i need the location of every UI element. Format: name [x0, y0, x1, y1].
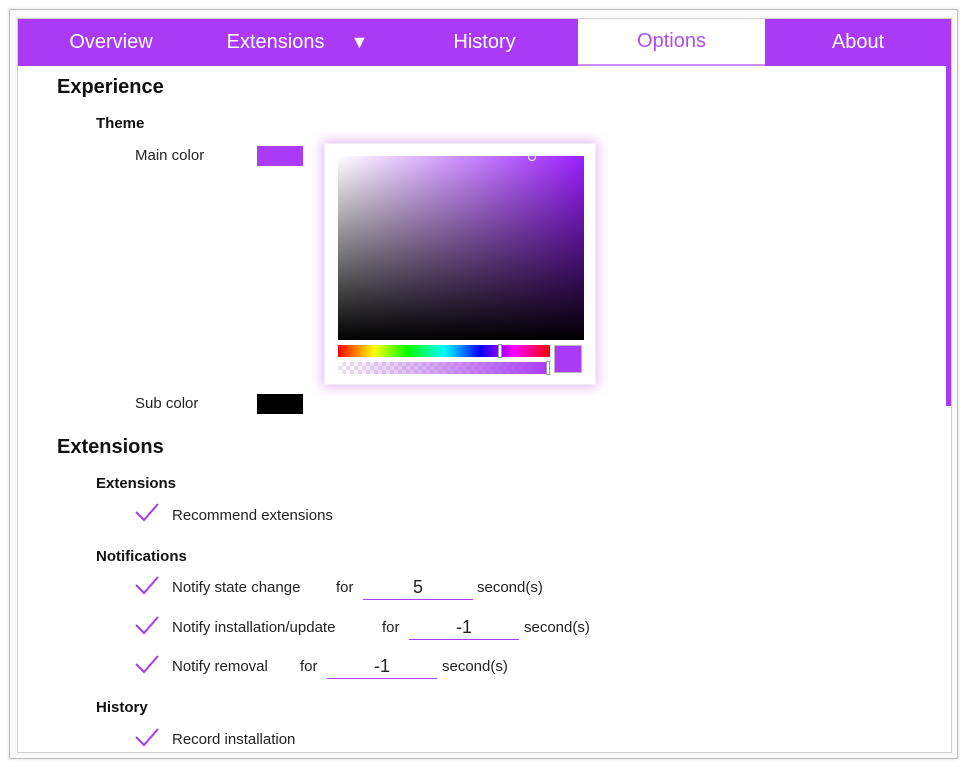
- tab-options[interactable]: Options: [578, 19, 765, 66]
- tab-extensions[interactable]: Extensions ▼: [204, 19, 391, 66]
- tab-overview[interactable]: Overview: [18, 19, 204, 66]
- tab-bar: Overview Extensions ▼ History Options Abo…: [18, 19, 951, 66]
- notify-install-update-for: for: [382, 619, 400, 636]
- caret-down-icon[interactable]: ▼: [351, 32, 369, 53]
- sub-color-swatch[interactable]: [257, 394, 303, 414]
- main-color-label: Main color: [135, 147, 205, 164]
- notify-removal-for: for: [300, 658, 318, 675]
- alpha-slider[interactable]: [338, 361, 550, 375]
- section-experience-heading: Experience: [57, 76, 164, 98]
- sub-color-label: Sub color: [135, 395, 199, 412]
- tab-history-label: History: [453, 31, 516, 53]
- options-popup: Overview Extensions ▼ History Options Abo…: [17, 18, 952, 753]
- notify-removal-label: Notify removal: [172, 658, 268, 675]
- main-color-swatch[interactable]: [257, 146, 303, 166]
- scrollbar-thumb[interactable]: [946, 66, 951, 406]
- removal-seconds-input[interactable]: [327, 654, 437, 679]
- alpha-slider-handle[interactable]: [546, 361, 550, 375]
- notify-state-change-label: Notify state change: [172, 579, 301, 596]
- theme-heading: Theme: [96, 115, 145, 132]
- notify-removal-unit: second(s): [442, 658, 508, 675]
- tab-options-label: Options: [637, 30, 706, 52]
- check-icon[interactable]: [134, 501, 160, 523]
- tab-history[interactable]: History: [391, 19, 578, 66]
- notify-install-update-unit: second(s): [524, 619, 590, 636]
- color-picker: [324, 143, 596, 385]
- state-change-seconds-input[interactable]: [363, 575, 473, 600]
- hue-slider-handle[interactable]: [498, 344, 503, 358]
- notifications-heading: Notifications: [96, 548, 187, 565]
- tab-overview-label: Overview: [69, 31, 153, 53]
- saturation-value-area[interactable]: [338, 153, 584, 340]
- check-icon[interactable]: [134, 574, 160, 596]
- check-icon[interactable]: [134, 653, 160, 675]
- section-extensions-heading: Extensions: [57, 436, 164, 458]
- tab-extensions-label: Extensions: [226, 31, 325, 53]
- recommend-extensions-label: Recommend extensions: [172, 507, 333, 524]
- saturation-value-handle[interactable]: [528, 153, 536, 161]
- notify-state-change-for: for: [336, 579, 354, 596]
- hue-slider[interactable]: [338, 344, 550, 358]
- check-icon[interactable]: [134, 614, 160, 636]
- history-heading: History: [96, 699, 148, 716]
- extensions-group-heading: Extensions: [96, 475, 177, 492]
- notify-state-change-unit: second(s): [477, 579, 543, 596]
- install-update-seconds-input[interactable]: [409, 615, 519, 640]
- check-icon[interactable]: [134, 726, 160, 748]
- tab-about[interactable]: About: [765, 19, 951, 66]
- color-preview: [554, 345, 582, 373]
- record-installation-label: Record installation: [172, 731, 296, 748]
- notify-install-update-label: Notify installation/update: [172, 619, 336, 636]
- tab-about-label: About: [831, 31, 885, 53]
